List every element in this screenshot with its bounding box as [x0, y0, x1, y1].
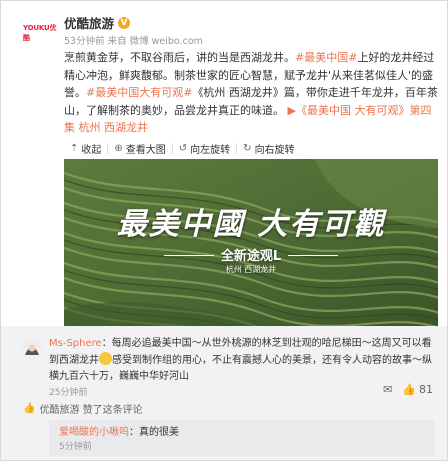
- comment-section: Ms-Sphere：每周必追最美中国～从世外桃源的林芝到壮观的哈尼梯田～这周又可…: [1, 326, 447, 460]
- rotate-right-button[interactable]: ↻ 向右旋转: [237, 141, 300, 156]
- reply-box: 爱喝酸的小啾呜：真的很美 5分钟前: [49, 420, 434, 456]
- view-large-label: 查看大图: [125, 145, 166, 156]
- avatar-logo: YOUKU优酷: [23, 24, 57, 42]
- username-text[interactable]: 优酷旅游: [64, 13, 114, 32]
- video-location: 杭州 西湖龙井: [225, 265, 277, 274]
- liked-by-author: 👍 优酷旅游 赞了这条评论: [23, 401, 143, 416]
- comment-time: 25分钟前: [49, 388, 88, 398]
- rotate-left-icon: ↺: [178, 143, 188, 154]
- video-thumbnail[interactable]: 最美中國 大有可觀 全新途观L 杭州 西湖龙井: [64, 159, 438, 326]
- reply-time: 5分钟前: [59, 442, 92, 452]
- collapse-button[interactable]: ⇡ 收起: [64, 141, 107, 156]
- hashtag-link[interactable]: #最美中国大有可观#: [86, 86, 192, 99]
- post-meta: 53分钟前 来自 微博 weibo.com: [64, 36, 203, 47]
- post-text: 烹煎黄金芽，不取谷雨后，讲的当是西湖龙井。#最美中国#上好的龙井经过精心冲泡，鲜…: [64, 49, 438, 137]
- collapse-label: 收起: [81, 145, 102, 156]
- post-text-1: 烹煎黄金芽，不取谷雨后，讲的当是西湖龙井。: [64, 51, 295, 64]
- user-avatar-image: [21, 339, 43, 361]
- v-badge-icon: V: [118, 16, 131, 29]
- video-subtitle: 全新途观L: [220, 249, 282, 264]
- video-link-icon[interactable]: ▶: [288, 104, 296, 117]
- rotate-left-label: 向左旋转: [190, 145, 231, 156]
- reply-username[interactable]: 爱喝酸的小啾呜: [59, 427, 129, 438]
- media-toolbar: ⇡ 收起 ⊕ 查看大图 ↺ 向左旋转 ↻ 向右旋转: [64, 140, 438, 157]
- avatar[interactable]: YOUKU优酷: [23, 16, 57, 50]
- reply-icon[interactable]: ✉: [383, 383, 392, 396]
- like-count: 81: [419, 383, 433, 396]
- rotate-right-label: 向右旋转: [254, 145, 295, 156]
- video-title: 最美中國 大有可觀: [116, 207, 386, 242]
- reply-body: ：真的很美: [129, 427, 179, 438]
- collapse-icon: ⇡: [70, 143, 79, 154]
- liked-by-text: 优酷旅游 赞了这条评论: [39, 405, 143, 416]
- comment-username[interactable]: Ms-Sphere: [49, 338, 102, 349]
- comment-text: Ms-Sphere：每周必追最美中国～从世外桃源的林芝到壮观的哈尼梯田～这周又可…: [49, 336, 439, 385]
- zoom-icon: ⊕: [114, 143, 123, 154]
- reply-text: 爱喝酸的小啾呜：真的很美: [59, 423, 179, 438]
- emoji-icon: [99, 352, 112, 365]
- rotate-left-button[interactable]: ↺ 向左旋转: [173, 141, 236, 156]
- commenter-avatar[interactable]: [21, 339, 43, 361]
- like-button[interactable]: 👍 81: [402, 383, 433, 396]
- thumbs-up-icon: 👍: [23, 403, 36, 414]
- divider: [288, 255, 338, 256]
- rotate-right-icon: ↻: [243, 143, 252, 154]
- post: YOUKU优酷 优酷旅游 V 53分钟前 来自 微博 weibo.com 烹煎黄…: [1, 1, 447, 326]
- username[interactable]: 优酷旅游 V: [64, 13, 131, 32]
- hashtag-link[interactable]: #最美中国#: [295, 51, 357, 64]
- view-large-button[interactable]: ⊕ 查看大图: [108, 141, 171, 156]
- comment-actions: ✉ 👍 81: [383, 383, 433, 396]
- thumbs-up-icon: 👍: [402, 383, 416, 396]
- weibo-card: YOUKU优酷 优酷旅游 V 53分钟前 来自 微博 weibo.com 烹煎黄…: [0, 0, 448, 461]
